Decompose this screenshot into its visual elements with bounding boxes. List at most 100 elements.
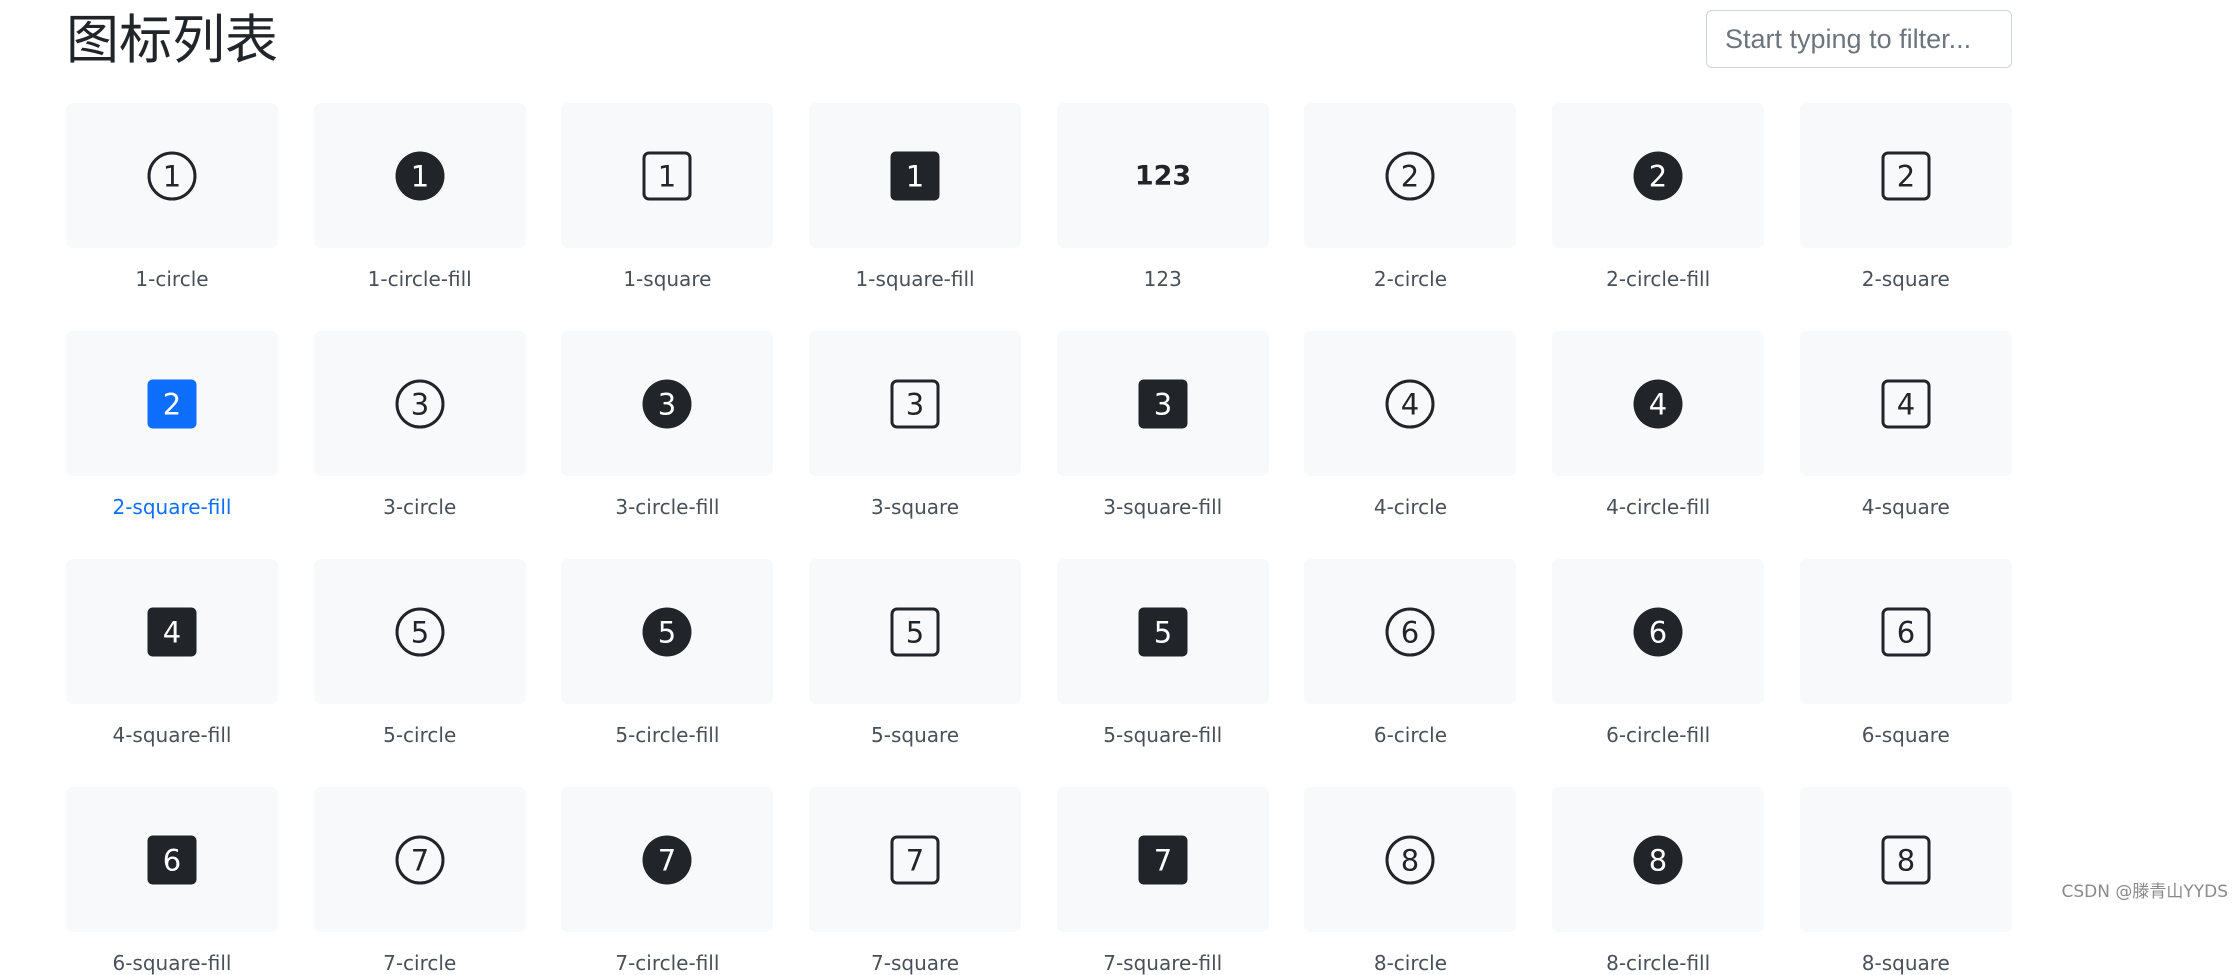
icon-cell-4-circle-fill[interactable]: 4 4-circle-fill — [1552, 331, 1765, 519]
icon-cell-3-circle[interactable]: 3 3-circle — [313, 331, 526, 519]
icon-cell-3-square-fill[interactable]: 3 3-square-fill — [1056, 331, 1269, 519]
icon-cell-5-circle[interactable]: 5 5-circle — [313, 559, 526, 747]
icon-tile: 5 — [809, 559, 1022, 704]
icon-label: 4-square — [1861, 495, 1950, 519]
icon-label: 2-square — [1861, 267, 1950, 291]
icon-label: 8-square — [1861, 951, 1950, 975]
icon-glyph: 3 — [906, 387, 924, 421]
icon-label: 3-square — [871, 495, 960, 519]
icon-glyph: 6 — [1649, 615, 1667, 649]
icon-label: 8-circle-fill — [1606, 951, 1711, 975]
5-circle-fill-icon: 5 — [642, 607, 692, 656]
icon-tile: 7 — [1056, 787, 1269, 932]
icon-cell-7-square-fill[interactable]: 7 7-square-fill — [1056, 787, 1269, 975]
icon-glyph: 4 — [1897, 387, 1915, 421]
icon-label: 7-circle-fill — [615, 951, 720, 975]
4-square-fill-icon: 4 — [147, 607, 197, 656]
filter-input[interactable] — [1706, 10, 2012, 68]
icon-glyph: 5 — [410, 615, 428, 649]
icon-cell-7-circle[interactable]: 7 7-circle — [313, 787, 526, 975]
2-square-icon: 2 — [1881, 151, 1931, 200]
icon-tile: 3 — [313, 331, 526, 476]
icon-glyph: 2 — [163, 387, 181, 421]
icon-tile: 3 — [561, 331, 774, 476]
6-square-icon: 6 — [1881, 607, 1931, 656]
icon-grid: 1 1-circle 1 1-circle-fill 1 1-square 1 1-squar… — [66, 103, 2012, 975]
icon-cell-3-circle-fill[interactable]: 3 3-circle-fill — [561, 331, 774, 519]
icon-tile: 2 — [1799, 103, 2012, 248]
icon-label: 7-circle — [383, 951, 457, 975]
icon-label: 2-circle-fill — [1606, 267, 1711, 291]
icon-cell-2-circle[interactable]: 2 2-circle — [1304, 103, 1517, 291]
icon-cell-2-square[interactable]: 2 2-square — [1799, 103, 2012, 291]
icon-cell-6-square-fill[interactable]: 6 6-square-fill — [66, 787, 278, 975]
icon-cell-123[interactable]: 123 123 — [1056, 103, 1269, 291]
icon-glyph: 1 — [410, 159, 428, 193]
icon-cell-2-circle-fill[interactable]: 2 2-circle-fill — [1552, 103, 1765, 291]
icon-glyph: 5 — [1154, 615, 1172, 649]
2-circle-fill-icon: 2 — [1633, 151, 1683, 200]
icon-cell-2-square-fill[interactable]: 2 2-square-fill — [66, 331, 278, 519]
icon-cell-1-square-fill[interactable]: 1 1-square-fill — [809, 103, 1022, 291]
2-square-fill-icon: 2 — [147, 379, 197, 428]
icon-label: 5-square — [871, 723, 960, 747]
icon-tile: 3 — [809, 331, 1022, 476]
7-circle-icon: 7 — [395, 835, 445, 884]
icon-glyph: 4 — [1401, 387, 1419, 421]
5-circle-icon: 5 — [395, 607, 445, 656]
icon-tile: 5 — [1056, 559, 1269, 704]
6-square-fill-icon: 6 — [147, 835, 197, 884]
icon-glyph: 8 — [1401, 843, 1419, 877]
icon-cell-6-square[interactable]: 6 6-square — [1799, 559, 2012, 747]
8-square-icon: 8 — [1881, 835, 1931, 884]
icon-cell-1-circle[interactable]: 1 1-circle — [66, 103, 278, 291]
icon-cell-5-circle-fill[interactable]: 5 5-circle-fill — [561, 559, 774, 747]
icon-label: 5-circle — [383, 723, 457, 747]
icon-cell-7-circle-fill[interactable]: 7 7-circle-fill — [561, 787, 774, 975]
icon-label: 3-circle — [383, 495, 457, 519]
icon-cell-4-circle[interactable]: 4 4-circle — [1304, 331, 1517, 519]
1-square-fill-icon: 1 — [890, 151, 940, 200]
icon-glyph: 1 — [658, 159, 676, 193]
icon-label: 4-circle-fill — [1606, 495, 1711, 519]
6-circle-icon: 6 — [1385, 607, 1435, 656]
icon-cell-6-circle-fill[interactable]: 6 6-circle-fill — [1552, 559, 1765, 747]
icon-cell-1-circle-fill[interactable]: 1 1-circle-fill — [313, 103, 526, 291]
icon-cell-8-circle-fill[interactable]: 8 8-circle-fill — [1552, 787, 1765, 975]
icon-cell-6-circle[interactable]: 6 6-circle — [1304, 559, 1517, 747]
icon-tile: 6 — [1552, 559, 1765, 704]
icon-tile: 8 — [1304, 787, 1517, 932]
icon-cell-8-square[interactable]: 8 8-square — [1799, 787, 2012, 975]
icon-cell-7-square[interactable]: 7 7-square — [809, 787, 1022, 975]
icon-tile: 1 — [313, 103, 526, 248]
icon-cell-5-square[interactable]: 5 5-square — [809, 559, 1022, 747]
icon-glyph: 1 — [906, 159, 924, 193]
icon-glyph: 4 — [163, 615, 181, 649]
icon-tile: 8 — [1799, 787, 2012, 932]
icon-tile: 2 — [1304, 103, 1517, 248]
icon-cell-1-square[interactable]: 1 1-square — [561, 103, 774, 291]
3-circle-icon: 3 — [395, 379, 445, 428]
icon-cell-3-square[interactable]: 3 3-square — [809, 331, 1022, 519]
icon-cell-4-square[interactable]: 4 4-square — [1799, 331, 2012, 519]
icon-glyph: 7 — [906, 843, 924, 877]
icon-label: 1-circle-fill — [367, 267, 472, 291]
icon-glyph: 2 — [1897, 159, 1915, 193]
123-icon: 123 — [1135, 160, 1191, 191]
icon-label: 4-square-fill — [112, 723, 232, 747]
icon-glyph: 5 — [658, 615, 676, 649]
icon-cell-4-square-fill[interactable]: 4 4-square-fill — [66, 559, 278, 747]
icon-cell-5-square-fill[interactable]: 5 5-square-fill — [1056, 559, 1269, 747]
1-square-icon: 1 — [642, 151, 692, 200]
3-circle-fill-icon: 3 — [642, 379, 692, 428]
8-circle-icon: 8 — [1385, 835, 1435, 884]
icon-label: 3-circle-fill — [615, 495, 720, 519]
icon-tile: 7 — [809, 787, 1022, 932]
icon-label: 1-circle — [135, 267, 209, 291]
6-circle-fill-icon: 6 — [1633, 607, 1683, 656]
icon-tile: 7 — [561, 787, 774, 932]
icon-label: 6-circle — [1373, 723, 1447, 747]
icon-cell-8-circle[interactable]: 8 8-circle — [1304, 787, 1517, 975]
7-square-fill-icon: 7 — [1138, 835, 1188, 884]
2-circle-icon: 2 — [1385, 151, 1435, 200]
